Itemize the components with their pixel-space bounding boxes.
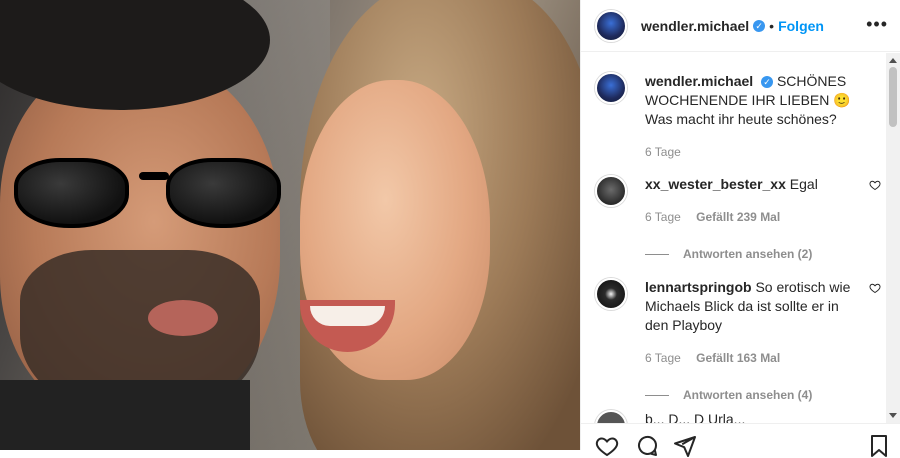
partial-comment-text: b... D... D Urla... — [645, 411, 746, 423]
view-replies-label: Antworten ansehen (2) — [683, 247, 813, 261]
post-photo[interactable] — [0, 0, 580, 450]
comment-likes[interactable]: Gefällt 239 Mal — [696, 210, 780, 224]
comments-list[interactable]: wendler.michael ✓ SCHÖNES WOCHENENDE IHR… — [581, 53, 900, 423]
comment-item: lennartspringob So erotisch wie Michaels… — [595, 278, 881, 405]
author-avatar[interactable] — [595, 9, 627, 42]
header-separator: • — [769, 17, 775, 34]
commenter-avatar[interactable] — [595, 278, 627, 310]
scroll-down-arrow-icon[interactable] — [889, 413, 897, 418]
heart-icon[interactable] — [869, 282, 881, 294]
comment-username[interactable]: xx_wester_bester_xx — [645, 176, 786, 192]
verified-badge-icon: ✓ — [761, 76, 774, 88]
comment-likes[interactable]: Gefällt 163 Mal — [696, 351, 780, 365]
caption-age[interactable]: 6 Tage — [645, 145, 681, 159]
paper-plane-icon[interactable] — [673, 434, 697, 458]
comment-meta: 6 Tage Gefällt 239 Mal — [645, 208, 865, 227]
comment-text: Egal — [789, 176, 818, 192]
commenter-avatar[interactable] — [595, 410, 627, 423]
caption-username[interactable]: wendler.michael — [645, 73, 753, 89]
comment-icon[interactable] — [635, 434, 659, 458]
woman-teeth — [310, 306, 385, 326]
left-lens — [14, 158, 129, 228]
scroll-up-arrow-icon[interactable] — [889, 58, 897, 63]
commenter-avatar[interactable] — [595, 175, 627, 207]
view-replies-label: Antworten ansehen (4) — [683, 388, 813, 402]
post-header: wendler.michael ✓ • Folgen ••• — [581, 0, 900, 52]
comment-item: xx_wester_bester_xx Egal 6 Tage Gefällt … — [595, 175, 881, 264]
bookmark-icon[interactable] — [867, 434, 891, 458]
comment-meta: 6 Tage Gefällt 163 Mal — [645, 349, 865, 368]
replies-divider — [645, 395, 669, 396]
comment-age[interactable]: 6 Tage — [645, 210, 681, 224]
comment-item-partial: b... D... D Urla... — [595, 410, 865, 423]
action-bar — [581, 423, 900, 457]
caption-avatar[interactable] — [595, 72, 627, 104]
verified-badge-icon: ✓ — [753, 19, 766, 32]
man-jacket — [0, 380, 250, 450]
sunglasses — [14, 150, 289, 235]
view-replies-button[interactable]: Antworten ansehen (2) — [645, 245, 865, 264]
comment-username[interactable]: lennartspringob — [645, 279, 752, 295]
comments-scrollbar[interactable] — [886, 53, 900, 423]
caption: wendler.michael ✓ SCHÖNES WOCHENENDE IHR… — [595, 72, 865, 162]
scrollbar-thumb[interactable] — [889, 67, 897, 127]
caption-meta: 6 Tage — [645, 143, 865, 162]
heart-icon[interactable] — [595, 434, 619, 458]
man-lips — [148, 300, 218, 336]
heart-icon[interactable] — [869, 179, 881, 191]
glasses-bridge — [139, 172, 169, 180]
more-options-icon[interactable]: ••• — [866, 14, 888, 35]
header-username[interactable]: wendler.michael — [641, 18, 749, 34]
right-lens — [166, 158, 281, 228]
comment-age[interactable]: 6 Tage — [645, 351, 681, 365]
view-replies-button[interactable]: Antworten ansehen (4) — [645, 386, 865, 405]
follow-button[interactable]: Folgen — [778, 18, 824, 34]
replies-divider — [645, 254, 669, 255]
post-side-panel: wendler.michael ✓ • Folgen ••• wendler.m… — [580, 0, 900, 457]
